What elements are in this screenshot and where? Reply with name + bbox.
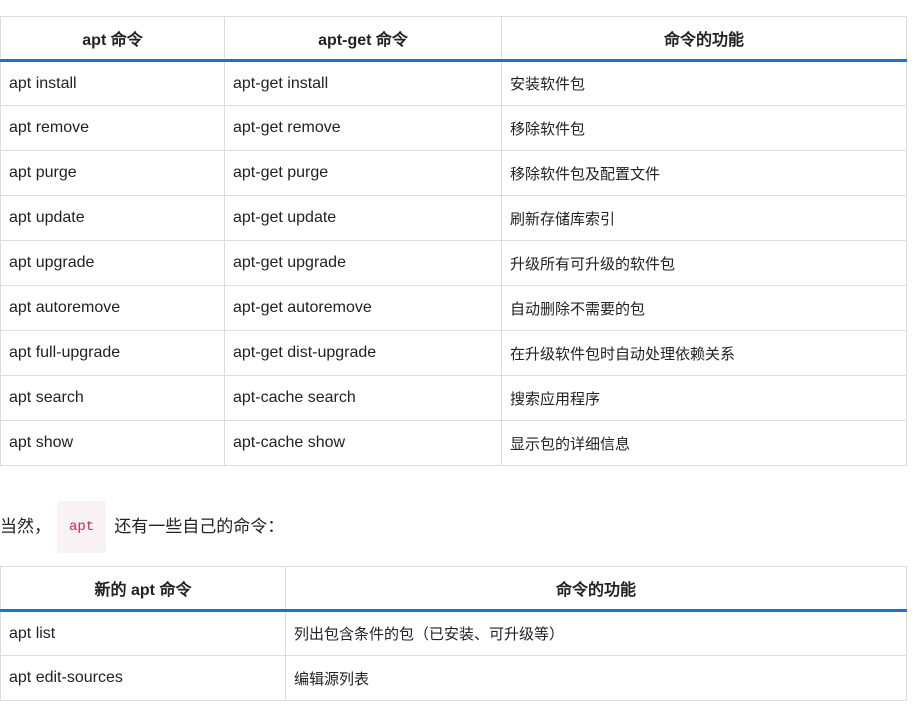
table-header-row: apt 命令 apt-get 命令 命令的功能: [0, 16, 907, 62]
apt-command-cell: apt show: [0, 420, 225, 466]
table-header-row: 新的 apt 命令 命令的功能: [0, 566, 907, 612]
apt-get-command-cell: apt-get purge: [224, 150, 502, 196]
function-cell: 编辑源列表: [285, 655, 907, 701]
apt-command-cell: apt list: [0, 610, 286, 656]
intro-prefix-text: 当然，: [0, 517, 51, 536]
apt-command-cell: apt update: [0, 195, 225, 241]
function-cell: 自动删除不需要的包: [501, 285, 907, 331]
apt-command-cell: apt autoremove: [0, 285, 225, 331]
apt-command-cell: apt search: [0, 375, 225, 421]
apt-get-command-cell: apt-cache show: [224, 420, 502, 466]
table-row: apt search apt-cache search 搜索应用程序: [0, 375, 907, 421]
intro-paragraph: 当然， apt 还有一些自己的命令：: [0, 501, 906, 553]
function-cell: 搜索应用程序: [501, 375, 907, 421]
column-header-apt-get: apt-get 命令: [224, 16, 502, 62]
apt-command-cell: apt install: [0, 60, 225, 106]
table-row: apt full-upgrade apt-get dist-upgrade 在升…: [0, 330, 907, 376]
apt-command-cell: apt edit-sources: [0, 655, 286, 701]
function-cell: 移除软件包: [501, 105, 907, 151]
article-content: apt 命令 apt-get 命令 命令的功能 apt install apt-…: [0, 0, 907, 701]
column-header-new-apt: 新的 apt 命令: [0, 566, 286, 612]
apt-command-cell: apt remove: [0, 105, 225, 151]
table-row: apt autoremove apt-get autoremove 自动删除不需…: [0, 285, 907, 331]
function-cell: 刷新存储库索引: [501, 195, 907, 241]
table-row: apt list 列出包含条件的包（已安装、可升级等）: [0, 610, 907, 656]
apt-vs-apt-get-table: apt 命令 apt-get 命令 命令的功能 apt install apt-…: [0, 16, 907, 466]
function-cell: 移除软件包及配置文件: [501, 150, 907, 196]
column-header-apt: apt 命令: [0, 16, 225, 62]
function-cell: 列出包含条件的包（已安装、可升级等）: [285, 610, 907, 656]
apt-get-command-cell: apt-get autoremove: [224, 285, 502, 331]
apt-command-cell: apt full-upgrade: [0, 330, 225, 376]
table-row: apt update apt-get update 刷新存储库索引: [0, 195, 907, 241]
function-cell: 在升级软件包时自动处理依赖关系: [501, 330, 907, 376]
apt-get-command-cell: apt-get install: [224, 60, 502, 106]
function-cell: 显示包的详细信息: [501, 420, 907, 466]
table-row: apt edit-sources 编辑源列表: [0, 655, 907, 701]
apt-get-command-cell: apt-get dist-upgrade: [224, 330, 502, 376]
apt-command-cell: apt upgrade: [0, 240, 225, 286]
apt-get-command-cell: apt-cache search: [224, 375, 502, 421]
new-apt-commands-table: 新的 apt 命令 命令的功能 apt list 列出包含条件的包（已安装、可升…: [0, 566, 907, 701]
apt-command-cell: apt purge: [0, 150, 225, 196]
function-cell: 升级所有可升级的软件包: [501, 240, 907, 286]
table-row: apt install apt-get install 安装软件包: [0, 60, 907, 106]
column-header-function: 命令的功能: [285, 566, 907, 612]
apt-get-command-cell: apt-get update: [224, 195, 502, 241]
column-header-function: 命令的功能: [501, 16, 907, 62]
inline-code-apt: apt: [57, 501, 107, 553]
table-row: apt purge apt-get purge 移除软件包及配置文件: [0, 150, 907, 196]
intro-suffix-text: 还有一些自己的命令：: [114, 517, 285, 536]
table-row: apt show apt-cache show 显示包的详细信息: [0, 420, 907, 466]
function-cell: 安装软件包: [501, 60, 907, 106]
apt-get-command-cell: apt-get upgrade: [224, 240, 502, 286]
table-row: apt remove apt-get remove 移除软件包: [0, 105, 907, 151]
apt-get-command-cell: apt-get remove: [224, 105, 502, 151]
table-row: apt upgrade apt-get upgrade 升级所有可升级的软件包: [0, 240, 907, 286]
